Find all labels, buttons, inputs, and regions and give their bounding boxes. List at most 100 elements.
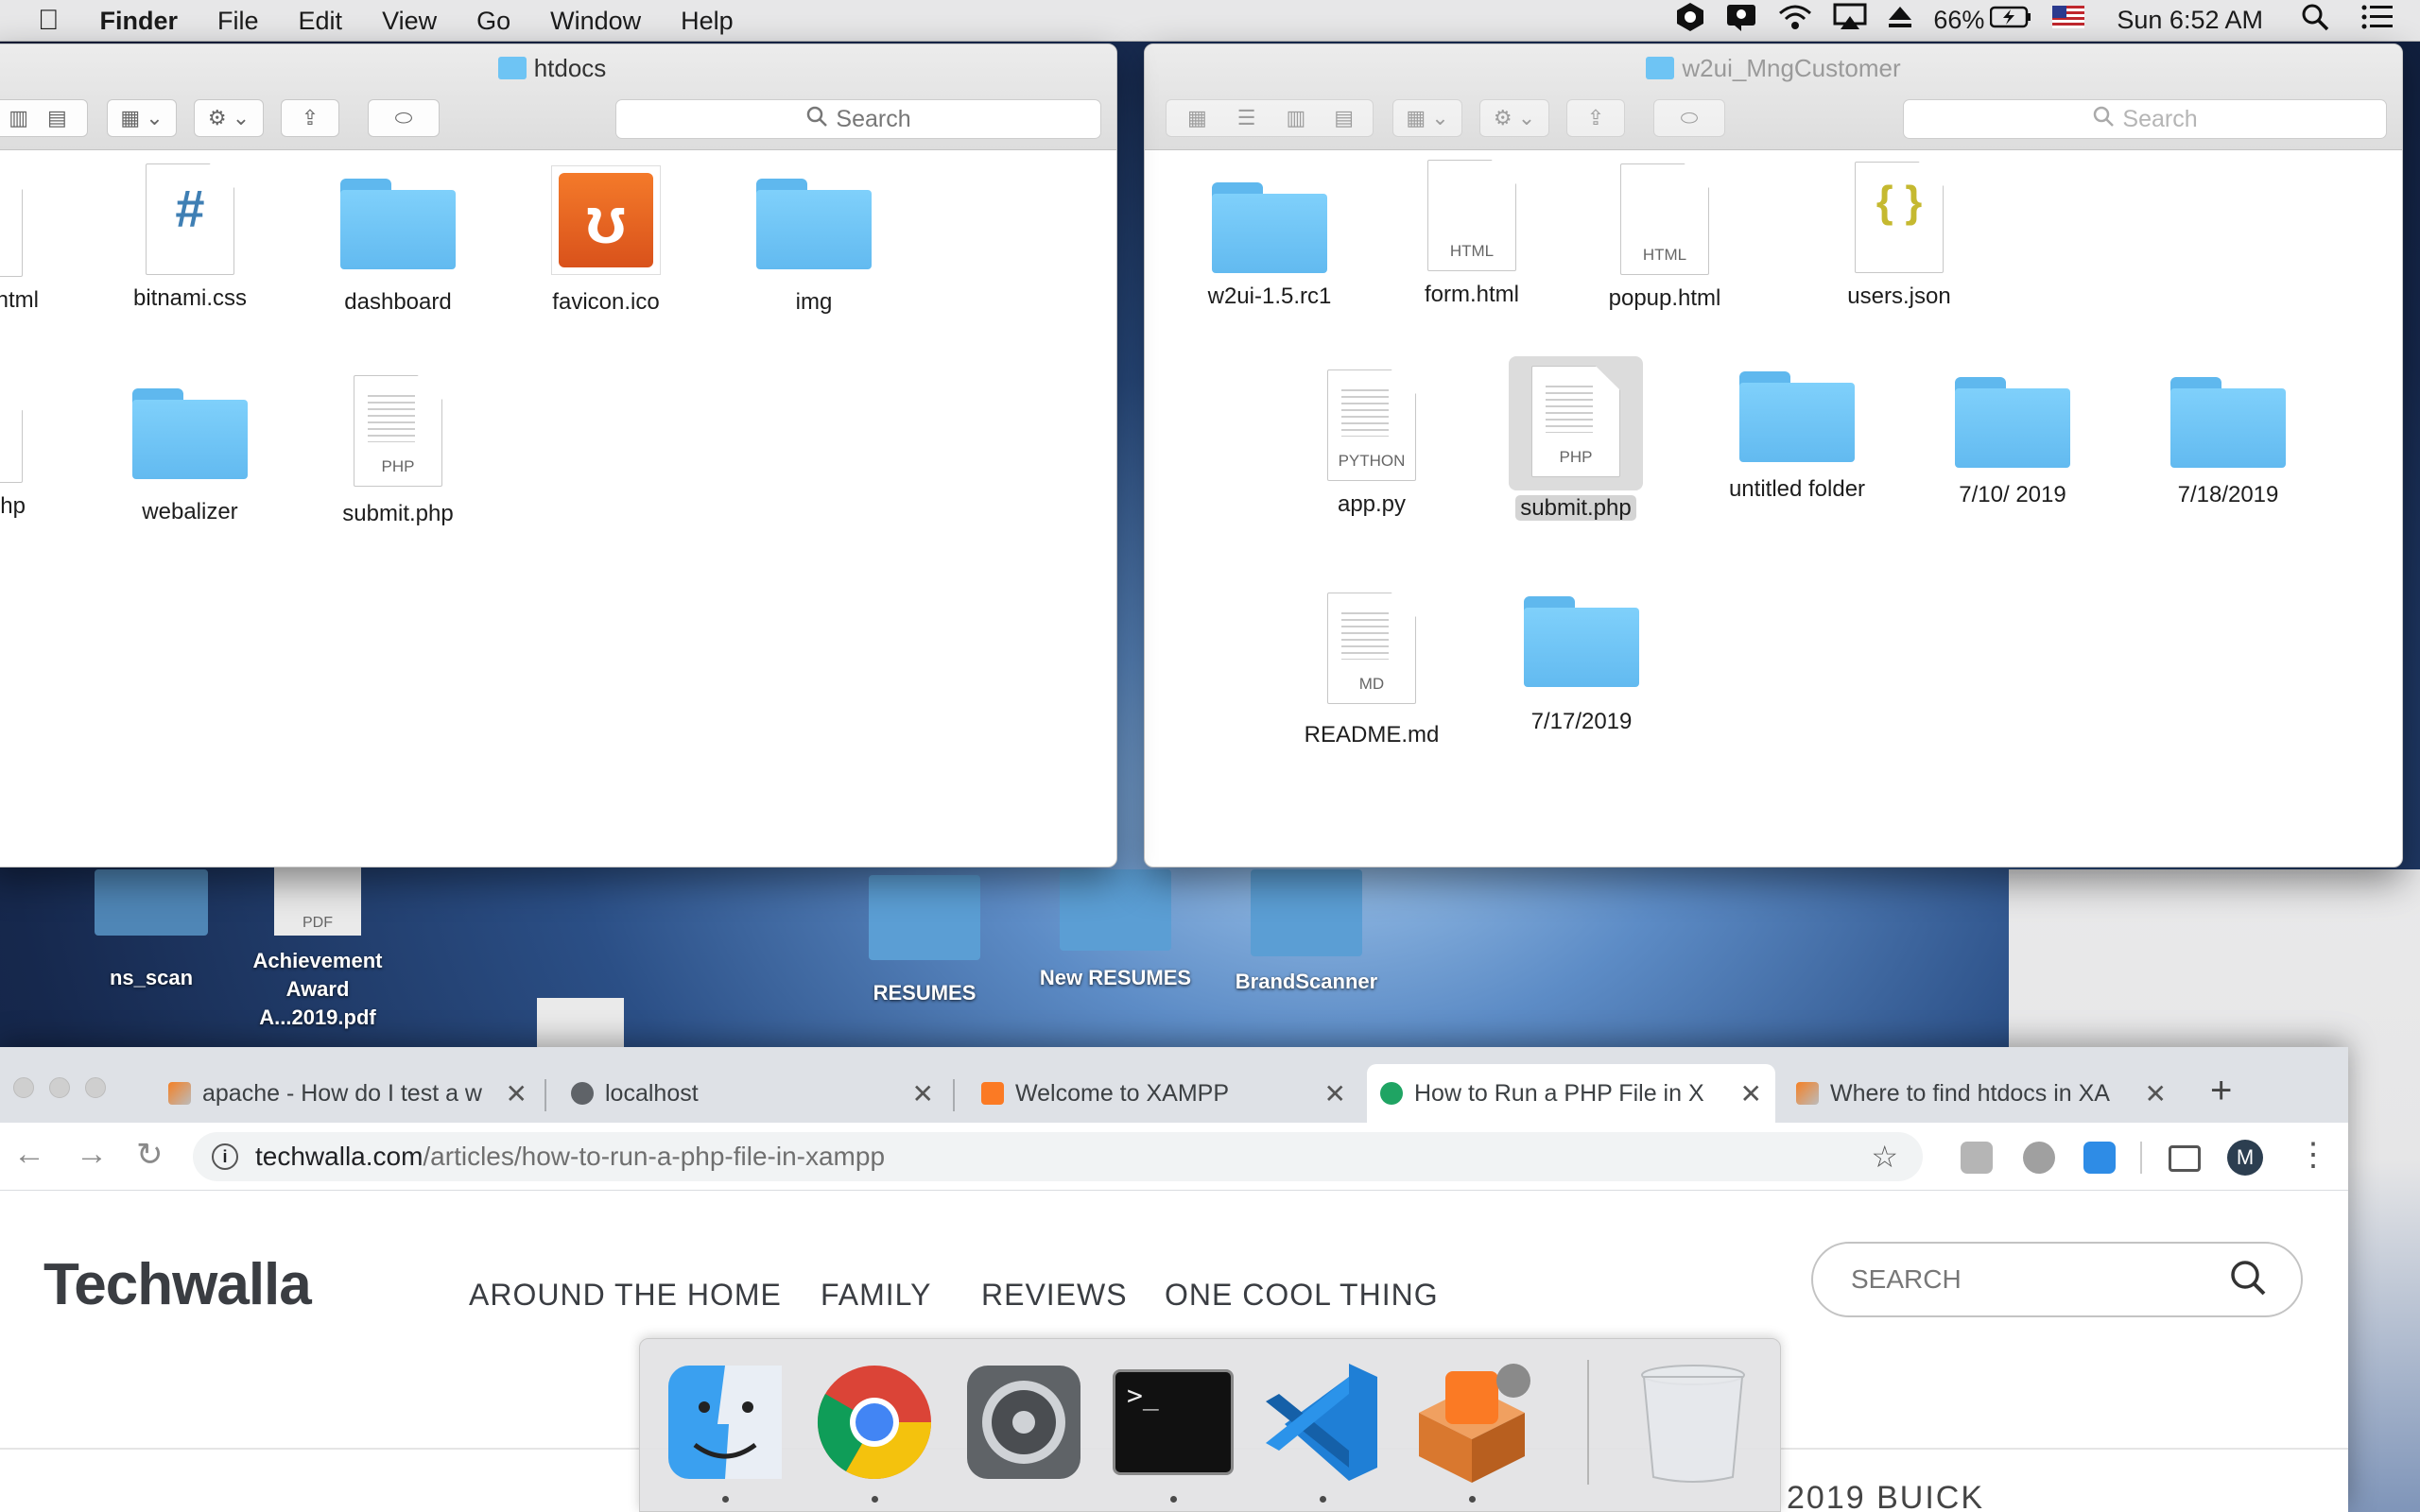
file-item-webalizer[interactable]: webalizer xyxy=(95,388,285,526)
new-tab-icon[interactable]: + xyxy=(2210,1070,2232,1112)
dock-vscode-icon[interactable] xyxy=(1258,1358,1387,1486)
profile-avatar[interactable]: M xyxy=(2227,1140,2263,1176)
tab-apache-question[interactable]: apache - How do I test a w ✕ xyxy=(155,1064,541,1123)
search-field[interactable]: Search xyxy=(1903,99,2387,139)
minimize-window-button[interactable] xyxy=(49,1077,70,1098)
tab-close-icon[interactable]: ✕ xyxy=(1740,1078,1762,1109)
desktop-icon-brandscanner[interactable]: BrandScanner xyxy=(1221,869,1392,996)
bookmark-star-icon[interactable]: ☆ xyxy=(1871,1139,1898,1175)
nav-around-the-home[interactable]: AROUND THE HOME xyxy=(469,1278,782,1313)
tff-extension-icon[interactable] xyxy=(2083,1142,2116,1174)
info-icon[interactable]: i xyxy=(212,1143,238,1170)
file-item-popup-html[interactable]: HTML popup.html xyxy=(1570,163,1759,313)
tab-close-icon[interactable]: ✕ xyxy=(2145,1078,2167,1109)
reload-icon[interactable]: ↻ xyxy=(136,1136,164,1174)
magnifier-icon[interactable] xyxy=(2229,1259,2267,1297)
file-item-submit-php-selected[interactable]: PHP submit.php xyxy=(1481,356,1670,523)
apple-menu-icon[interactable]:  xyxy=(0,0,80,42)
tab-techwalla-active[interactable]: How to Run a PHP File in X ✕ xyxy=(1367,1064,1775,1123)
menu-view[interactable]: View xyxy=(362,0,457,42)
site-search-field[interactable]: SEARCH xyxy=(1811,1242,2303,1317)
nav-reviews[interactable]: REVIEWS xyxy=(981,1278,1128,1313)
menu-window[interactable]: Window xyxy=(530,0,661,42)
wifi-icon[interactable] xyxy=(1778,4,1812,37)
file-item-folder-7-17-2019[interactable]: 7/17/2019 xyxy=(1487,596,1676,736)
tab-close-icon[interactable]: ✕ xyxy=(506,1078,527,1109)
us-flag-icon[interactable] xyxy=(2052,6,2085,35)
tags-button[interactable]: ⬭ xyxy=(1653,99,1725,137)
chrome-menu-icon[interactable]: ⋮ xyxy=(2297,1136,2329,1174)
spotlight-search-icon[interactable] xyxy=(2301,3,2329,38)
discord-extension-icon[interactable] xyxy=(2023,1142,2055,1174)
arrange-menu-button[interactable]: ▦ ⌄ xyxy=(1392,99,1462,137)
share-button[interactable]: ⇪ xyxy=(281,99,339,137)
dock-system-preferences-icon[interactable] xyxy=(959,1358,1088,1486)
nav-one-cool-thing[interactable]: ONE COOL THING xyxy=(1165,1278,1439,1313)
file-item-readme-md[interactable]: MD README.md xyxy=(1277,593,1466,749)
file-item-img[interactable]: img xyxy=(719,179,908,317)
file-item-ns-html[interactable]: ns.html xyxy=(0,165,73,315)
tab-welcome-xampp[interactable]: Welcome to XAMPP ✕ xyxy=(968,1064,1359,1123)
column-view-icon[interactable]: ▥ xyxy=(1270,106,1321,130)
notification-bell-icon[interactable] xyxy=(1725,3,1757,38)
tab-localhost[interactable]: localhost ✕ xyxy=(558,1064,947,1123)
action-menu-button[interactable]: ⚙ ⌄ xyxy=(1479,99,1549,137)
desktop-icon-ns-scan[interactable]: ns_scan xyxy=(66,869,236,992)
menu-edit[interactable]: Edit xyxy=(279,0,363,42)
eject-icon[interactable] xyxy=(1888,5,1912,36)
file-item-folder-7-18-2019[interactable]: 7/18/2019 xyxy=(2134,377,2323,509)
dock-trash-icon[interactable] xyxy=(1629,1358,1757,1486)
gallery-view-icon[interactable]: ▤ xyxy=(38,106,77,130)
file-item-bitnami-css[interactable]: # bitnami.css xyxy=(95,163,285,313)
dock-xampp-icon[interactable] xyxy=(1408,1358,1536,1486)
notification-center-icon[interactable] xyxy=(2361,5,2394,36)
view-mode-segmented-control[interactable]: ▦ ☰ ▥ ▤ xyxy=(1166,99,1374,137)
menu-clock[interactable]: Sun 6:52 AM xyxy=(2117,6,2263,35)
menu-go[interactable]: Go xyxy=(457,0,530,42)
menu-app-name[interactable]: Finder xyxy=(80,0,199,42)
battery-charging-icon[interactable] xyxy=(1990,6,2031,35)
article-teaser-title[interactable]: 2019 BUICK xyxy=(1787,1480,1984,1512)
file-item-untitled-folder[interactable]: untitled folder xyxy=(1703,371,1892,504)
dock-chrome-icon[interactable] xyxy=(810,1358,939,1486)
document-icon[interactable] xyxy=(537,998,624,1047)
search-field[interactable]: Search xyxy=(615,99,1101,139)
close-window-button[interactable] xyxy=(13,1077,34,1098)
extension-k-icon[interactable] xyxy=(1961,1142,1993,1174)
nav-family[interactable]: FAMILY xyxy=(821,1278,931,1313)
file-item-users-json[interactable]: { } users.json xyxy=(1805,162,1994,311)
hexagon-app-icon[interactable] xyxy=(1676,2,1704,39)
file-item-app-py[interactable]: PYTHON app.py xyxy=(1277,369,1466,519)
gallery-view-icon[interactable]: ▤ xyxy=(1321,106,1367,130)
desktop-icon-new-resumes[interactable]: New RESUMES xyxy=(1030,869,1201,992)
view-mode-segmented-control[interactable]: ▥ ▤ xyxy=(0,99,88,137)
action-menu-button[interactable]: ⚙ ⌄ xyxy=(194,99,264,137)
file-item-php[interactable]: php xyxy=(0,390,73,521)
menu-help[interactable]: Help xyxy=(661,0,753,42)
tab-close-icon[interactable]: ✕ xyxy=(1324,1078,1346,1109)
file-item-form-html[interactable]: HTML form.html xyxy=(1377,160,1566,309)
cast-icon[interactable] xyxy=(2169,1145,2201,1172)
dock-terminal-icon[interactable]: >_ xyxy=(1109,1358,1237,1486)
file-item-submit-php[interactable]: PHP submit.php xyxy=(303,375,493,528)
tab-close-icon[interactable]: ✕ xyxy=(912,1078,934,1109)
address-bar[interactable]: i techwalla.com/articles/how-to-run-a-ph… xyxy=(193,1132,1923,1181)
file-item-favicon-ico[interactable]: ʊ favicon.ico xyxy=(511,165,700,317)
file-item-w2ui-folder[interactable]: w2ui-1.5.rc1 xyxy=(1175,173,1364,311)
list-view-icon[interactable]: ☰ xyxy=(1222,106,1271,130)
icon-view-icon[interactable]: ▦ xyxy=(1172,106,1222,130)
site-logo[interactable]: Techwalla xyxy=(43,1251,312,1318)
airplay-icon[interactable] xyxy=(1833,3,1867,38)
desktop-icon-achievement-pdf[interactable]: PDF Achievement Award A...2019.pdf xyxy=(233,866,403,1032)
back-arrow-icon[interactable]: ← xyxy=(13,1136,45,1173)
battery-percent[interactable]: 66% xyxy=(1933,6,1984,35)
tags-button[interactable]: ⬭ xyxy=(368,99,440,137)
zoom-window-button[interactable] xyxy=(85,1077,106,1098)
menu-file[interactable]: File xyxy=(198,0,279,42)
share-button[interactable]: ⇪ xyxy=(1566,99,1625,137)
file-item-folder-7-10-2019[interactable]: 7/10/ 2019 xyxy=(1918,377,2107,509)
dock-finder-icon[interactable] xyxy=(661,1358,789,1486)
tab-where-htdocs[interactable]: Where to find htdocs in XA ✕ xyxy=(1783,1064,2180,1123)
desktop-icon-resumes[interactable]: RESUMES xyxy=(839,875,1010,1007)
arrange-menu-button[interactable]: ▦ ⌄ xyxy=(107,99,177,137)
